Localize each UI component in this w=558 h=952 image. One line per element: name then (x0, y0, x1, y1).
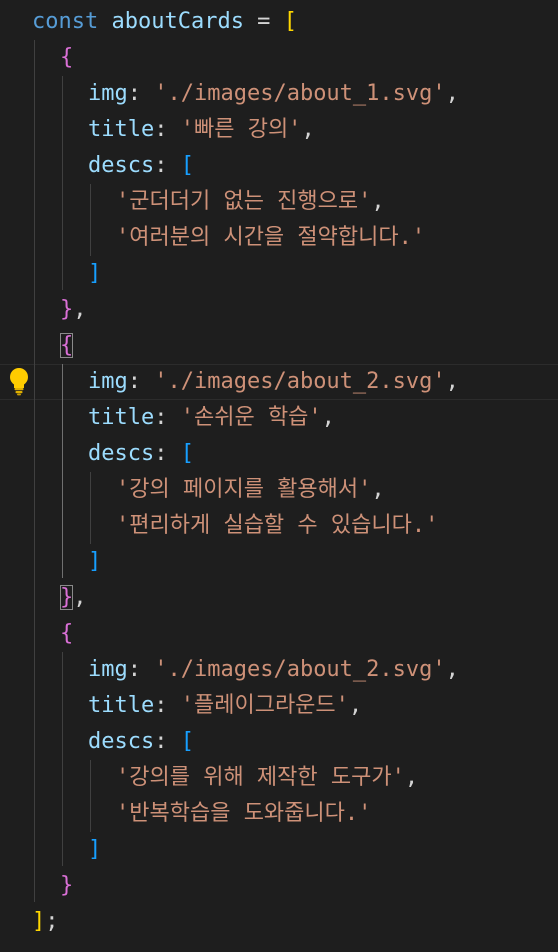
code-token: : (127, 81, 155, 106)
code-token: , (348, 693, 363, 718)
code-token: '강의 페이지를 활용해서' (116, 477, 372, 502)
code-token: const (32, 9, 112, 34)
code-token: } (60, 297, 74, 322)
code-token: : (154, 153, 181, 178)
code-token: : (154, 729, 181, 754)
indent-guide (62, 652, 63, 866)
code-token: aboutCards (111, 9, 244, 34)
code-line[interactable]: descs: [ (88, 724, 194, 760)
code-line[interactable]: { (60, 616, 73, 652)
code-token: './images/about_2.svg' (154, 657, 446, 682)
indent-guide-active (62, 364, 63, 578)
code-token: '여러분의 시간을 절약합니다.' (116, 225, 426, 250)
code-token: img (88, 369, 128, 394)
code-token: , (301, 117, 315, 142)
code-token: ] (88, 549, 102, 574)
code-token: , (404, 765, 419, 790)
code-line[interactable]: ]; (32, 904, 59, 940)
code-token: [ (180, 153, 194, 178)
code-token: descs (88, 441, 155, 466)
code-line[interactable]: ] (88, 832, 101, 868)
code-line[interactable]: { (60, 328, 74, 364)
code-line[interactable]: title: '빠른 강의', (88, 112, 315, 148)
code-token: , (445, 657, 459, 682)
code-token: '군더더기 없는 진행으로' (116, 189, 372, 214)
code-token: title (88, 693, 155, 718)
indent-guide (90, 472, 91, 544)
code-token: './images/about_1.svg' (154, 81, 446, 106)
code-token: [ (283, 9, 297, 34)
code-token: ] (88, 261, 102, 286)
code-token: , (371, 477, 385, 502)
code-token: '플레이그라운드' (180, 693, 349, 718)
code-line[interactable]: ] (88, 256, 101, 292)
code-line[interactable]: '군더더기 없는 진행으로', (116, 184, 385, 220)
code-line[interactable]: '강의 페이지를 활용해서', (116, 472, 385, 508)
lightbulb-icon[interactable] (6, 366, 32, 396)
code-token: img (88, 657, 128, 682)
code-token: } (60, 873, 74, 898)
code-line[interactable]: '반복학습을 도와줍니다.' (116, 796, 371, 832)
code-line[interactable]: img: './images/about_2.svg', (88, 364, 459, 400)
indent-guide (34, 40, 35, 902)
code-line[interactable]: }, (60, 580, 87, 616)
code-token: title (88, 117, 155, 142)
code-editor[interactable]: const aboutCards = [ { img: './images/abou… (0, 0, 558, 952)
code-token: { (60, 621, 74, 646)
code-token: ] (88, 837, 102, 862)
code-token: : (127, 657, 155, 682)
code-token: , (321, 405, 335, 430)
code-line[interactable]: ] (88, 544, 101, 580)
code-line[interactable]: img: './images/about_2.svg', (88, 652, 459, 688)
code-line[interactable]: '여러분의 시간을 절약합니다.' (116, 220, 425, 256)
code-token: './images/about_2.svg' (154, 369, 446, 394)
code-token: '강의를 위해 제작한 도구가' (116, 765, 405, 790)
code-line[interactable]: const aboutCards = [ (32, 4, 297, 40)
code-token: } (60, 585, 74, 610)
code-line[interactable]: }, (60, 292, 87, 328)
code-token: ; (45, 909, 59, 934)
code-line[interactable]: title: '플레이그라운드', (88, 688, 362, 724)
indent-guide (90, 760, 91, 832)
code-line[interactable]: '강의를 위해 제작한 도구가', (116, 760, 418, 796)
code-token: img (88, 81, 128, 106)
code-token: , (371, 189, 385, 214)
code-token: : (127, 369, 155, 394)
code-line[interactable]: descs: [ (88, 436, 194, 472)
editor-gutter (0, 0, 4, 952)
code-token: , (445, 81, 459, 106)
code-line[interactable]: title: '손쉬운 학습', (88, 400, 335, 436)
code-token: : (154, 693, 181, 718)
code-token: [ (180, 729, 194, 754)
code-line[interactable]: { (60, 40, 73, 76)
code-line[interactable]: descs: [ (88, 148, 194, 184)
code-line[interactable]: img: './images/about_1.svg', (88, 76, 459, 112)
code-token: '손쉬운 학습' (180, 405, 322, 430)
code-token: : (154, 441, 181, 466)
code-token: '반복학습을 도와줍니다.' (116, 801, 372, 826)
code-token: , (445, 369, 459, 394)
code-token: , (73, 297, 87, 322)
code-token: = (243, 9, 284, 34)
code-token: '편리하게 실습할 수 있습니다.' (116, 513, 439, 538)
code-token: title (88, 405, 155, 430)
code-token: : (154, 117, 181, 142)
indent-guide (62, 76, 63, 290)
code-token: : (154, 405, 181, 430)
code-token: descs (88, 729, 155, 754)
code-line[interactable]: '편리하게 실습할 수 있습니다.' (116, 508, 438, 544)
code-token: ] (32, 909, 46, 934)
indent-guide (90, 184, 91, 256)
code-token: { (60, 333, 74, 358)
code-token: { (60, 45, 74, 70)
code-token: descs (88, 153, 155, 178)
code-token: '빠른 강의' (180, 117, 302, 142)
code-token: [ (180, 441, 194, 466)
code-token: , (73, 585, 87, 610)
code-line[interactable]: } (60, 868, 73, 904)
